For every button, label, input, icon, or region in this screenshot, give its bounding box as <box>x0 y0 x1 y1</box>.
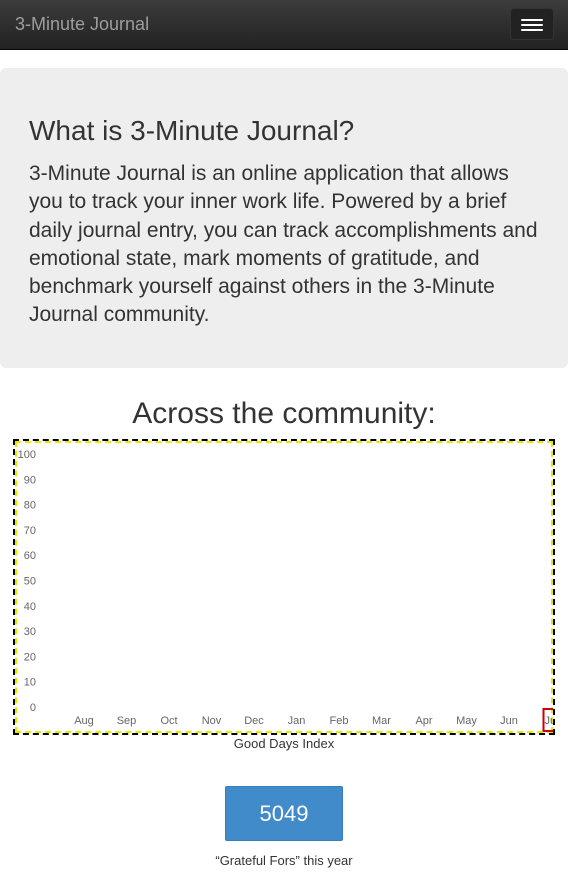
x-tick-label: Oct <box>160 715 177 727</box>
navbar: 3-Minute Journal <box>0 0 568 50</box>
x-tick-label: Jan <box>288 715 306 727</box>
x-tick-label: Aug <box>74 715 94 727</box>
x-tick-label: Feb <box>330 715 349 727</box>
jumbotron-title: What is 3-Minute Journal? <box>29 115 355 146</box>
x-tick-label: Sep <box>117 715 137 727</box>
y-tick-label: 30 <box>24 626 36 638</box>
jumbotron-text: 3-Minute Journal is an online applicatio… <box>29 162 538 327</box>
chart-caption: Good Days Index <box>233 736 335 751</box>
y-tick-label: 20 <box>24 651 36 663</box>
y-tick-label: 100 <box>18 449 36 461</box>
x-tick-label: Dec <box>244 715 264 727</box>
grateful-count-button[interactable]: 5049 <box>225 786 343 841</box>
x-tick-label: Apr <box>415 715 432 727</box>
x-tick-label: May <box>456 715 477 727</box>
good-days-chart: 0 10 20 30 40 50 60 70 80 90 100 Aug Sep Oct Nov Dec Ja… <box>13 439 555 735</box>
navbar-toggle-button[interactable] <box>510 8 554 40</box>
jumbotron: What is 3-Minute Journal? 3-Minute Journ… <box>0 68 568 368</box>
y-tick-label: 60 <box>24 550 36 562</box>
grateful-caption: “Grateful Fors” this year <box>215 853 353 868</box>
y-tick-label: 0 <box>30 702 36 714</box>
x-tick-label: Mar <box>372 715 391 727</box>
y-tick-label: 70 <box>24 525 36 537</box>
x-tick-label: Jul <box>544 715 553 727</box>
y-tick-label: 80 <box>24 500 36 512</box>
community-title: Across the community: <box>132 397 436 430</box>
y-tick-label: 90 <box>24 474 36 486</box>
y-tick-label: 40 <box>24 601 36 613</box>
x-tick-label: Nov <box>202 715 222 727</box>
chart-svg: 0 10 20 30 40 50 60 70 80 90 100 Aug Sep Oct Nov Dec Ja… <box>18 449 553 732</box>
brand-link[interactable]: 3-Minute Journal <box>15 13 149 35</box>
y-tick-label: 50 <box>24 576 36 588</box>
y-tick-label: 10 <box>24 677 36 689</box>
x-tick-label: Jun <box>500 715 518 727</box>
